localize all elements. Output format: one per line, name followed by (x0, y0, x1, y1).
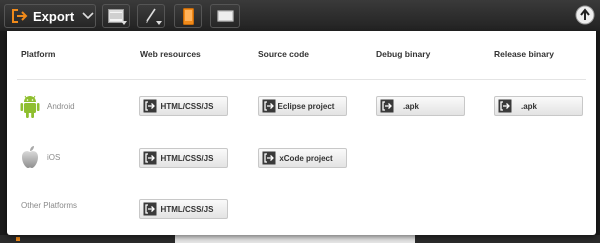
export-other-web-button[interactable]: HTML/CSS/JS (139, 199, 228, 219)
top-toolbar: Export (0, 0, 600, 31)
platform-ios: iOS (19, 144, 60, 170)
export-arrow-icon (143, 202, 157, 216)
export-arrow-icon (262, 99, 276, 113)
header-divider (17, 79, 586, 80)
export-arrow-icon (498, 99, 512, 113)
phone-icon (183, 8, 194, 25)
button-label: HTML/CSS/JS (160, 204, 214, 214)
export-android-debug-apk-button[interactable]: .apk (376, 96, 465, 116)
export-ios-web-button[interactable]: HTML/CSS/JS (139, 148, 228, 168)
export-panel: Platform Web resources Source code Debug… (7, 31, 596, 235)
platform-other: Other Platforms (19, 201, 77, 210)
button-label: HTML/CSS/JS (160, 101, 214, 111)
chevron-down-icon (156, 21, 162, 25)
export-android-web-button[interactable]: HTML/CSS/JS (139, 96, 228, 116)
tablet-preview-button[interactable] (210, 4, 240, 28)
chevron-down-icon (82, 12, 94, 20)
button-label: Eclipse project (277, 101, 335, 111)
column-header-source-code: Source code (258, 49, 310, 59)
platform-android: Android (19, 93, 75, 119)
button-label: HTML/CSS/JS (160, 153, 214, 163)
column-header-release-binary: Release binary (494, 49, 555, 59)
column-header-platform: Platform (21, 49, 56, 59)
export-arrow-icon (143, 151, 157, 165)
edit-button[interactable] (137, 4, 165, 28)
android-icon (20, 95, 40, 118)
layout-button[interactable] (102, 4, 130, 28)
platform-label: iOS (47, 152, 61, 162)
platform-label: Android (47, 101, 75, 111)
phone-preview-button[interactable] (174, 4, 202, 28)
export-arrow-icon (262, 151, 276, 165)
button-label: .apk (403, 101, 420, 111)
export-arrow-icon (380, 99, 394, 113)
upload-icon[interactable] (575, 5, 595, 25)
canvas-edge (175, 235, 415, 243)
export-android-eclipse-button[interactable]: Eclipse project (258, 96, 347, 116)
export-ios-xcode-button[interactable]: xCode project (258, 148, 347, 168)
column-header-debug-binary: Debug binary (376, 49, 431, 59)
export-label: Export (33, 8, 75, 24)
accent-marker (16, 237, 20, 241)
export-arrow-icon (143, 99, 157, 113)
panel-header: Platform Web resources Source code Debug… (7, 31, 596, 79)
button-label: .apk (521, 101, 538, 111)
platform-label: Other Platforms (21, 201, 78, 210)
export-menu-button[interactable]: Export (4, 4, 96, 28)
tablet-icon (217, 10, 234, 22)
apple-icon (22, 146, 38, 168)
column-header-web-resources: Web resources (140, 49, 201, 59)
export-icon (12, 9, 28, 23)
chevron-down-icon (121, 21, 127, 25)
export-android-release-apk-button[interactable]: .apk (494, 96, 583, 116)
button-label: xCode project (279, 153, 333, 163)
